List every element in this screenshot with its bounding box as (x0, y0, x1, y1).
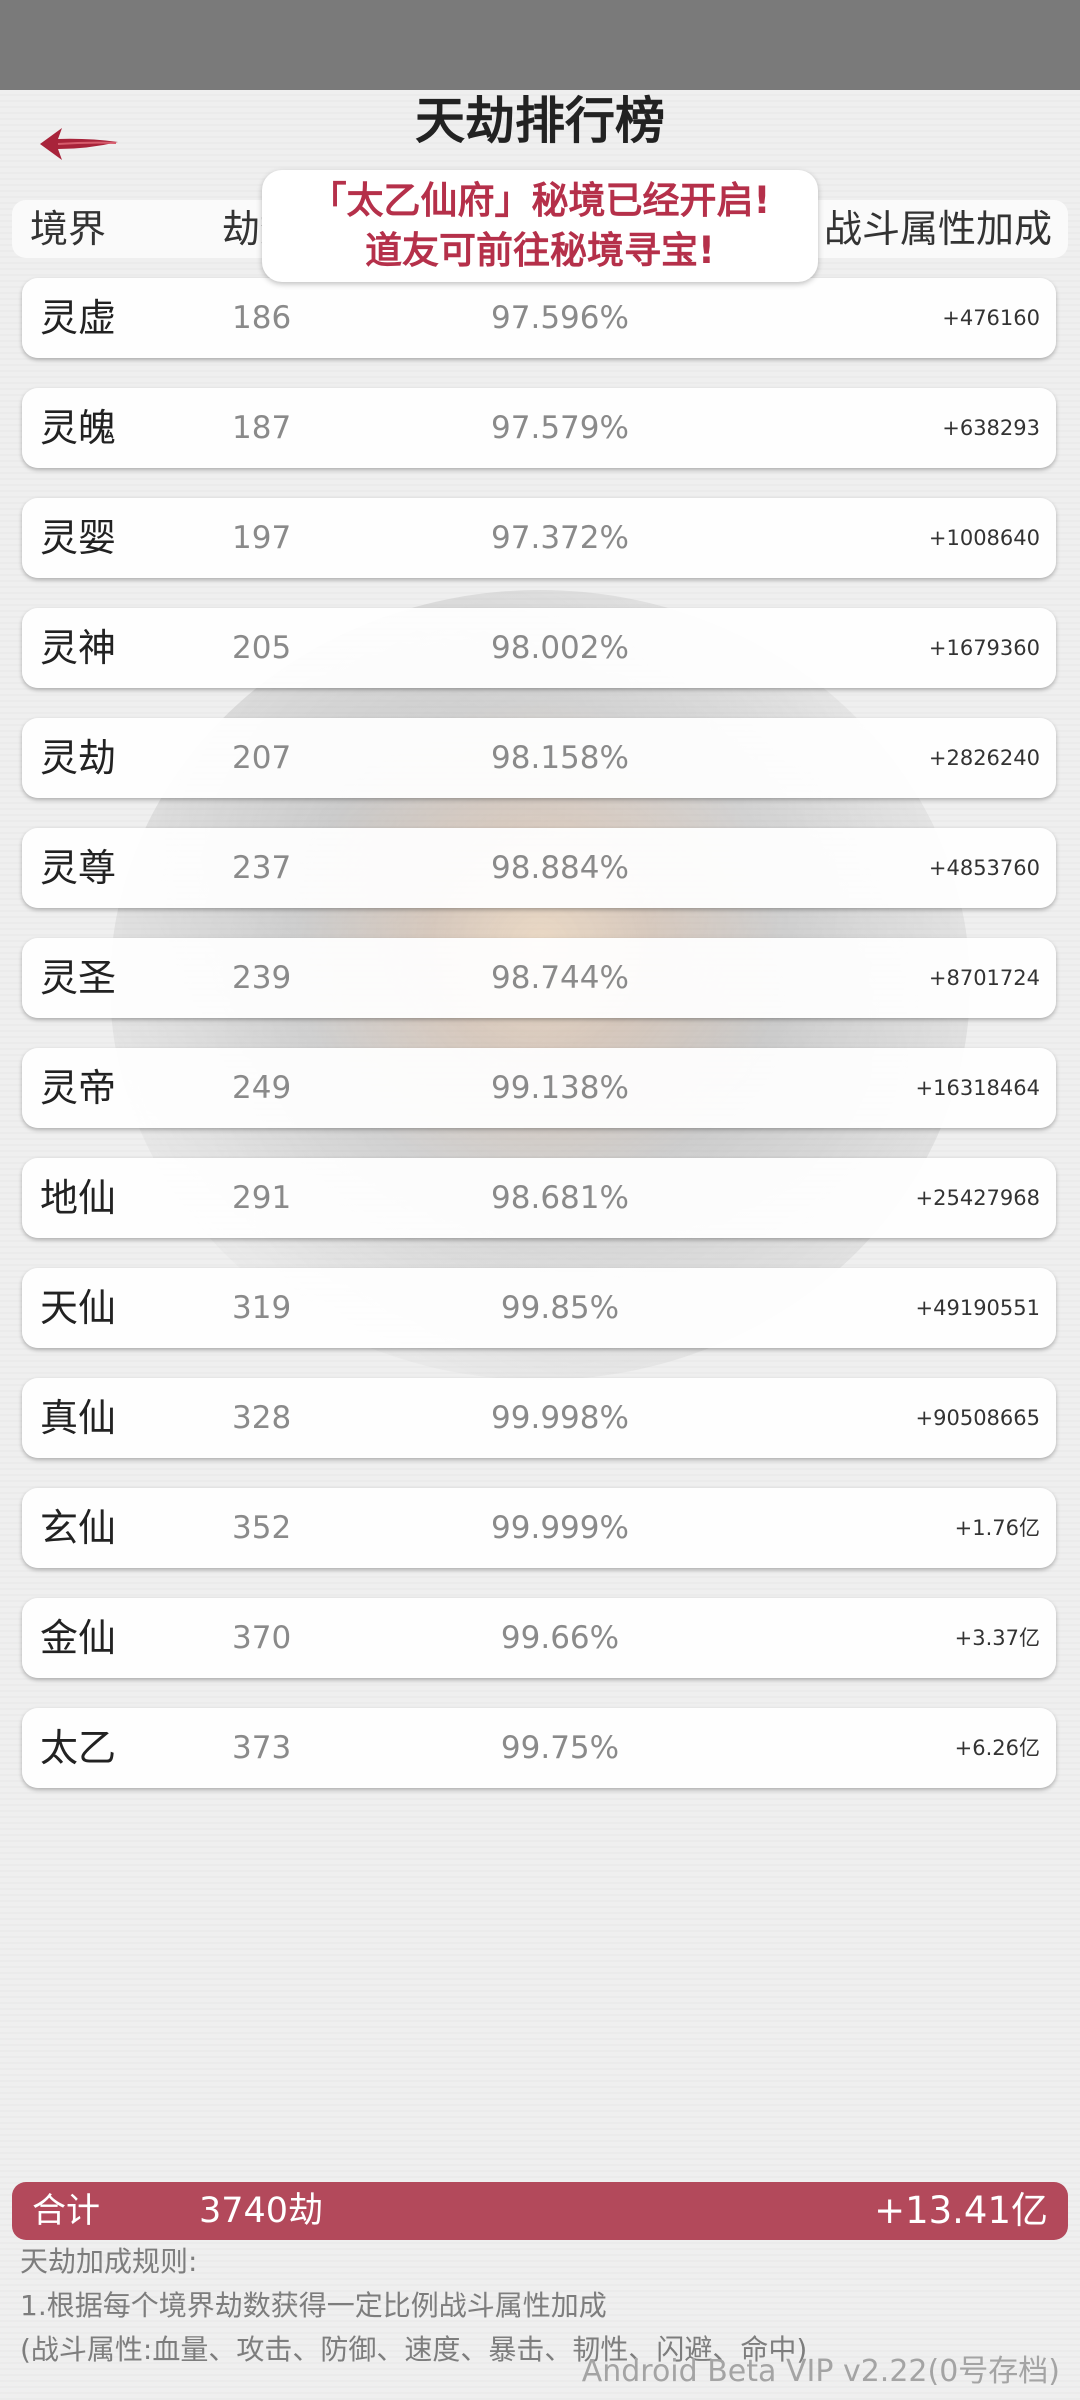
row-bonus: +8701724 (928, 966, 1040, 990)
ranking-row: 灵神 205 98.002% +1679360 (22, 608, 1056, 688)
row-realm: 灵帝 (40, 1066, 117, 1110)
row-realm: 灵圣 (40, 956, 117, 1000)
row-bonus: +49190551 (915, 1296, 1040, 1320)
row-rate: 99.998% (491, 1400, 629, 1436)
row-count: 239 (232, 960, 292, 996)
page-title: 天劫排行榜 (415, 92, 665, 150)
total-bonus: +13.41亿 (874, 2189, 1048, 2232)
row-bonus: +4853760 (928, 856, 1040, 880)
row-count: 370 (232, 1620, 292, 1656)
row-rate: 99.66% (500, 1620, 620, 1656)
row-realm: 天仙 (40, 1286, 117, 1330)
total-count: 3740劫 (199, 2191, 324, 2231)
row-realm: 灵神 (40, 626, 117, 670)
row-count: 187 (232, 410, 292, 446)
rules-line-1: 1.根据每个境界劫数获得一定比例战斗属性加成 (20, 2289, 607, 2322)
notice-line-1: 「太乙仙府」秘境已经开启! (309, 179, 771, 222)
row-rate: 99.85% (500, 1290, 620, 1326)
row-rate: 98.158% (491, 740, 629, 776)
ranking-row: 灵魄 187 97.579% +638293 (22, 388, 1056, 468)
header-realm: 境界 (30, 207, 107, 251)
ranking-row: 灵劫 207 98.158% +2826240 (22, 718, 1056, 798)
row-count: 237 (232, 850, 292, 886)
row-realm: 灵婴 (40, 516, 117, 560)
row-rate: 98.002% (491, 630, 629, 666)
row-rate: 99.999% (491, 1510, 629, 1546)
ranking-row: 天仙 319 99.85% +49190551 (22, 1268, 1056, 1348)
ranking-row: 金仙 370 99.66% +3.37亿 (22, 1598, 1056, 1678)
row-rate: 97.372% (491, 520, 629, 556)
row-realm: 太乙 (40, 1726, 117, 1770)
header-bonus: 战斗属性加成 (823, 207, 1052, 251)
status-bar (0, 0, 1080, 90)
row-realm: 玄仙 (40, 1506, 117, 1550)
row-count: 319 (232, 1290, 292, 1326)
ranking-row: 真仙 328 99.998% +90508665 (22, 1378, 1056, 1458)
row-bonus: +1008640 (928, 526, 1040, 550)
row-rate: 97.579% (491, 410, 629, 446)
total-bar: 合计 3740劫 +13.41亿 (12, 2182, 1068, 2240)
row-count: 197 (232, 520, 292, 556)
row-rate: 99.75% (500, 1730, 620, 1766)
ranking-row: 地仙 291 98.681% +25427968 (22, 1158, 1056, 1238)
version-label: Android Beta VIP v2.22(0号存档) (581, 2354, 1060, 2389)
row-realm: 灵魄 (40, 406, 117, 450)
row-realm: 灵虚 (40, 296, 117, 340)
row-count: 352 (232, 1510, 292, 1546)
row-count: 207 (232, 740, 292, 776)
row-count: 373 (232, 1730, 292, 1766)
row-bonus: +1.76亿 (954, 1516, 1040, 1540)
row-bonus: +638293 (942, 416, 1040, 440)
row-realm: 地仙 (40, 1176, 117, 1220)
row-realm: 灵尊 (40, 846, 117, 890)
row-rate: 98.744% (491, 960, 629, 996)
row-realm: 金仙 (40, 1616, 117, 1660)
total-label: 合计 (32, 2191, 100, 2231)
ranking-row: 玄仙 352 99.999% +1.76亿 (22, 1488, 1056, 1568)
row-bonus: +25427968 (915, 1186, 1040, 1210)
row-count: 249 (232, 1070, 292, 1106)
ranking-row: 太乙 373 99.75% +6.26亿 (22, 1708, 1056, 1788)
notice-line-2: 道友可前往秘境寻宝! (365, 229, 715, 272)
row-bonus: +3.37亿 (954, 1626, 1040, 1650)
row-bonus: +16318464 (915, 1076, 1040, 1100)
ranking-row: 灵圣 239 98.744% +8701724 (22, 938, 1056, 1018)
row-bonus: +2826240 (928, 746, 1040, 770)
row-count: 328 (232, 1400, 292, 1436)
notice-toast: 「太乙仙府」秘境已经开启! 道友可前往秘境寻宝! (262, 170, 818, 282)
row-count: 205 (232, 630, 292, 666)
row-rate: 98.681% (491, 1180, 629, 1216)
row-count: 291 (232, 1180, 292, 1216)
row-rate: 99.138% (491, 1070, 629, 1106)
row-rate: 97.596% (491, 300, 629, 336)
row-bonus: +1679360 (928, 636, 1040, 660)
row-bonus: +90508665 (915, 1406, 1040, 1430)
rules-title: 天劫加成规则: (20, 2245, 198, 2278)
ranking-row: 灵帝 249 99.138% +16318464 (22, 1048, 1056, 1128)
row-bonus: +6.26亿 (954, 1736, 1040, 1760)
row-rate: 98.884% (491, 850, 629, 886)
ranking-row: 灵尊 237 98.884% +4853760 (22, 828, 1056, 908)
ranking-row: 灵婴 197 97.372% +1008640 (22, 498, 1056, 578)
ranking-row: 灵虚 186 97.596% +476160 (22, 278, 1056, 358)
row-bonus: +476160 (942, 306, 1040, 330)
row-count: 186 (232, 300, 292, 336)
row-realm: 灵劫 (40, 736, 117, 780)
row-realm: 真仙 (40, 1396, 117, 1440)
